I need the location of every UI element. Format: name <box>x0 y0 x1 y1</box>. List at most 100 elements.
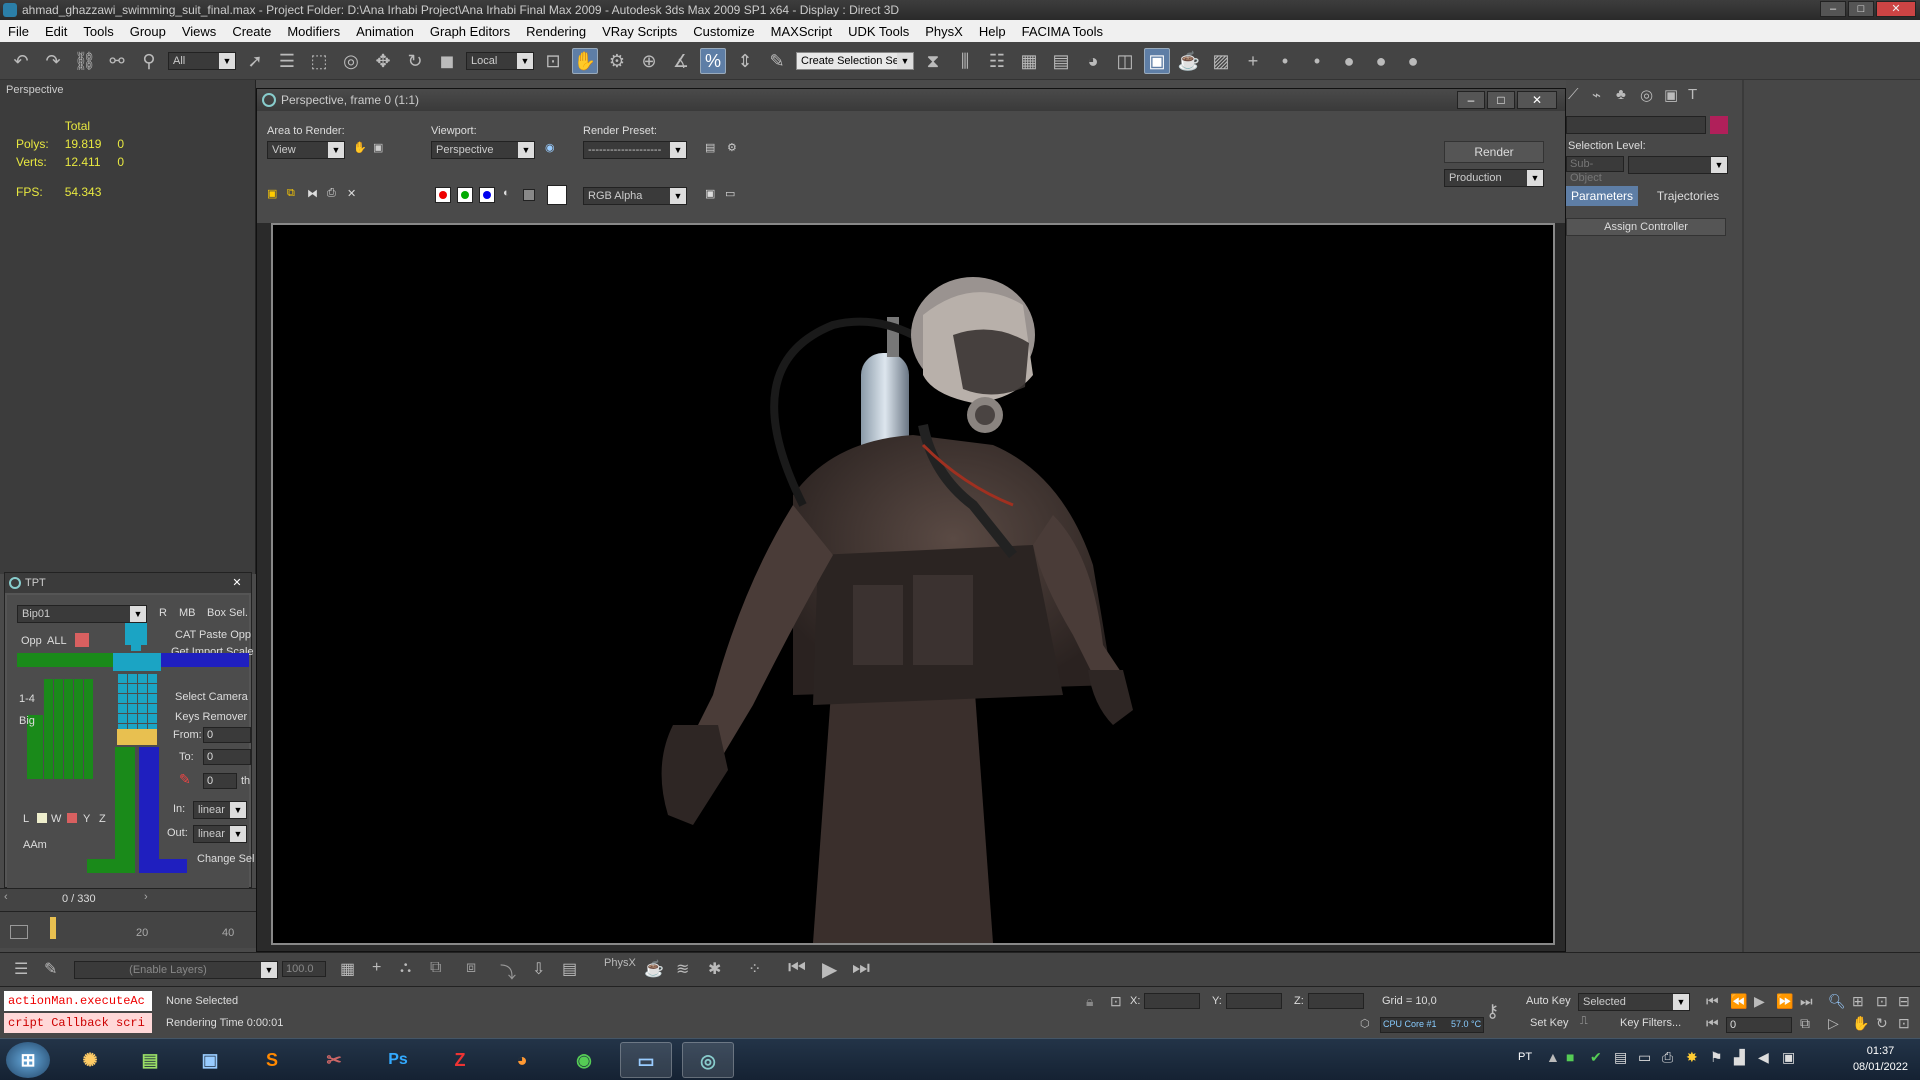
tray-display-icon[interactable]: ▭ <box>1638 1049 1651 1066</box>
save-image-icon[interactable]: ▣ <box>267 187 277 200</box>
prev-key-icon[interactable]: ⏪ <box>1730 993 1747 1010</box>
sub-object-dropdown[interactable] <box>1628 156 1728 174</box>
left-arm-selector[interactable] <box>17 653 117 667</box>
render-setup-icon-r[interactable]: ▤ <box>705 141 715 154</box>
zoom-extents-icon[interactable]: ⊡ <box>1876 993 1888 1010</box>
tray-green-icon[interactable]: ■ <box>1566 1049 1574 1065</box>
pan-icon[interactable]: ✋ <box>1852 1015 1869 1032</box>
green-channel-toggle[interactable] <box>457 187 473 203</box>
blue-channel-toggle[interactable] <box>479 187 495 203</box>
maxscript-listener-2[interactable]: cript Callback scri <box>4 1013 152 1033</box>
bip-dropdown[interactable]: Bip01 <box>17 605 147 623</box>
quick-render-icon[interactable]: ☕ <box>1176 48 1202 74</box>
calc-icon[interactable]: ▦ <box>340 959 355 979</box>
named-selection-dropdown[interactable]: Create Selection Se <box>796 51 914 70</box>
sphere3-icon[interactable]: ● <box>1400 48 1426 74</box>
assign-controller-rollout[interactable]: Assign Controller <box>1566 218 1726 236</box>
clone-window-icon[interactable]: ⧓ <box>307 187 318 200</box>
channel-dropdown[interactable]: RGB Alpha <box>583 187 687 205</box>
close-button[interactable]: ✕ <box>1876 1 1916 17</box>
select-by-name-icon[interactable]: ☰ <box>274 48 300 74</box>
sphere1-icon[interactable]: ● <box>1336 48 1362 74</box>
opp-button[interactable]: Opp <box>21 635 42 647</box>
taskbar-explorer-icon[interactable]: ▭ <box>620 1042 672 1078</box>
head-selector[interactable] <box>125 623 147 645</box>
time-config-icon[interactable]: ⧉ <box>1800 1015 1810 1032</box>
tab-trajectories[interactable]: Trajectories <box>1648 186 1728 206</box>
modify-icon[interactable]: ⌁ <box>1592 86 1601 104</box>
taskbar-photoshop-icon[interactable]: Ps <box>372 1042 424 1078</box>
goto-start-icon[interactable]: ⏮ <box>1706 993 1719 1010</box>
pivot-icon[interactable]: ⊡ <box>540 48 566 74</box>
l-button[interactable]: L <box>23 813 29 825</box>
maxscript-listener-1[interactable]: actionMan.executeAc <box>4 991 152 1011</box>
pelvis-selector[interactable] <box>117 729 157 745</box>
dot-icon[interactable]: • <box>1272 48 1298 74</box>
tray-check-icon[interactable]: ✔ <box>1590 1049 1602 1066</box>
select-sibling-icon[interactable]: ⧈ <box>466 959 476 977</box>
tray-doc-icon[interactable]: ▤ <box>1614 1049 1627 1066</box>
maximize-button[interactable]: □ <box>1848 1 1874 17</box>
change-sel-button[interactable]: Change Sel <box>197 853 255 865</box>
z-button[interactable]: Z <box>99 813 106 825</box>
taskbar-sublime-icon[interactable]: S <box>246 1042 298 1078</box>
system-clock[interactable]: 01:37 08/01/2022 <box>1853 1043 1908 1075</box>
select-object-icon[interactable]: ➚ <box>242 48 268 74</box>
track-icon[interactable] <box>10 925 28 939</box>
key-mode-dropdown[interactable]: Selected <box>1578 993 1690 1011</box>
extra-tool-icon[interactable]: ▨ <box>1208 48 1234 74</box>
edit-named-sel-icon[interactable]: ✎ <box>764 48 790 74</box>
box-sel-button[interactable]: Box Sel. <box>207 607 248 619</box>
object-color-swatch[interactable] <box>1710 116 1728 134</box>
teapot-icon[interactable]: ⬡ <box>1360 1017 1370 1030</box>
auto-region-icon[interactable]: ▣ <box>373 141 383 154</box>
move-icon[interactable]: ✥ <box>370 48 396 74</box>
unlink-icon[interactable]: ⚯ <box>104 48 130 74</box>
th-input[interactable]: 0 <box>203 773 237 789</box>
pin-icon[interactable]: ✎ <box>44 959 57 979</box>
physx-bodies-icon[interactable]: ⁘ <box>748 959 761 979</box>
spinner-input[interactable]: 100.0 <box>282 961 326 977</box>
render-close-button[interactable]: ✕ <box>1517 91 1557 109</box>
select-camera-button[interactable]: Select Camera <box>175 691 248 703</box>
next-frame-icon[interactable]: › <box>144 891 148 903</box>
right-leg-selector[interactable] <box>139 747 159 859</box>
spine-selector[interactable] <box>117 673 157 729</box>
angle-snap-icon[interactable]: ∡ <box>668 48 694 74</box>
cat-paste-button[interactable]: CAT Paste Opp <box>175 629 251 641</box>
hierarchy-icon[interactable]: ⟋ <box>1568 86 1579 103</box>
taskbar-tool-icon[interactable]: ✂ <box>308 1042 360 1078</box>
production-dropdown[interactable]: Production <box>1444 169 1544 187</box>
red-channel-toggle[interactable] <box>435 187 451 203</box>
area-dropdown[interactable]: View <box>267 141 345 159</box>
object-name-field[interactable] <box>1566 116 1706 134</box>
zoom-icon[interactable]: 🔍︎ <box>1828 993 1846 1010</box>
prev-frame-icon[interactable]: ‹ <box>4 891 8 903</box>
left-foot-selector[interactable] <box>87 859 135 873</box>
r-button[interactable]: R <box>159 607 167 619</box>
toggle-overlay-icon[interactable]: ▭ <box>725 187 735 200</box>
tpt-header[interactable]: TPT ✕ <box>5 573 251 593</box>
display-icon[interactable]: ◎ <box>1640 86 1653 104</box>
tray-printer-icon[interactable]: ⎙ <box>1662 1049 1673 1066</box>
color-swatch[interactable] <box>75 633 89 647</box>
goto-end-icon[interactable]: ⏭ <box>1800 993 1813 1010</box>
play-anim-icon[interactable]: ▶ <box>1754 993 1765 1010</box>
taskbar-filezilla-icon[interactable]: Z <box>434 1042 486 1078</box>
layer-manager-icon[interactable]: ☷ <box>984 48 1010 74</box>
current-frame-field[interactable]: 0 <box>1726 1017 1792 1033</box>
menu-group[interactable]: Group <box>122 24 174 39</box>
left-leg-selector[interactable] <box>115 747 135 859</box>
auto-key-button[interactable]: Auto Key <box>1526 995 1571 1007</box>
bind-spacewarp-icon[interactable]: ⚲ <box>136 48 162 74</box>
menu-vray-scripts[interactable]: VRay Scripts <box>594 24 685 39</box>
key-icon[interactable]: ⚷ <box>1486 1001 1499 1022</box>
mirror-icon[interactable]: ⧗ <box>920 48 946 74</box>
tray-arrow-icon[interactable]: ▲ <box>1546 1049 1560 1065</box>
menu-customize[interactable]: Customize <box>685 24 762 39</box>
environment-icon[interactable]: ⚙ <box>727 141 737 154</box>
zoom-all-icon[interactable]: ⊞ <box>1852 993 1864 1010</box>
layers-icon[interactable]: ☰ <box>14 959 28 979</box>
redo-icon[interactable]: ↷ <box>40 48 66 74</box>
taskbar-firefox-icon[interactable]: ◕ <box>496 1042 548 1078</box>
